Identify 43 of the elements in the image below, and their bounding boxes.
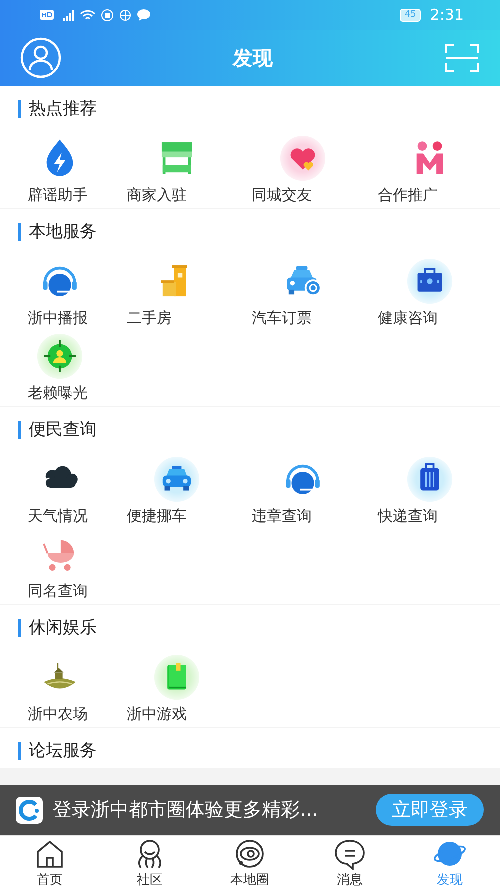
- book-icon[interactable]: [152, 654, 202, 701]
- suitcase-icon[interactable]: [405, 456, 455, 503]
- service-label[interactable]: 健康咨询: [378, 309, 438, 328]
- service-label[interactable]: 便捷挪车: [127, 507, 187, 526]
- service-label[interactable]: 合作推广: [378, 186, 438, 205]
- section-title: 便民查询: [29, 419, 97, 441]
- service-label[interactable]: 浙中农场: [28, 705, 88, 724]
- service-label[interactable]: 同名查询: [28, 582, 88, 601]
- tab[interactable]: 消息: [300, 836, 400, 890]
- chat-icon: [137, 9, 151, 21]
- briefcase-icon[interactable]: [405, 258, 455, 305]
- service-label[interactable]: 商家入驻: [127, 186, 187, 205]
- tab[interactable]: 本地圈: [200, 836, 300, 890]
- tab[interactable]: 首页: [0, 836, 100, 890]
- car-icon[interactable]: [152, 456, 202, 503]
- service-label[interactable]: 老赖曝光: [28, 384, 88, 403]
- login-prompt: 登录浙中都市圈体验更多精彩...: [53, 798, 320, 823]
- profile-icon[interactable]: [20, 37, 62, 79]
- service-label[interactable]: 天气情况: [28, 507, 88, 526]
- speech-bubble-icon: [333, 838, 367, 870]
- globe-icon: [119, 8, 132, 22]
- battery-icon: 45: [400, 8, 422, 22]
- tab[interactable]: 社区: [100, 836, 200, 890]
- service-label[interactable]: 汽车订票: [252, 309, 312, 328]
- page-title: 发现: [233, 44, 273, 72]
- section-title: 本地服务: [29, 221, 97, 243]
- orbit-icon: [233, 838, 267, 870]
- section-title: 休闲娱乐: [29, 617, 97, 639]
- status-time: 2:31: [430, 6, 464, 24]
- service-label[interactable]: 浙中播报: [28, 309, 88, 328]
- wifi-icon: [80, 9, 96, 21]
- app-logo-icon: [16, 796, 43, 824]
- hd-icon: [40, 10, 54, 20]
- section-title: 热点推荐: [29, 98, 97, 120]
- section-title: 论坛服务: [29, 740, 97, 762]
- service-label[interactable]: 二手房: [127, 309, 172, 328]
- shield-icon: [101, 8, 114, 22]
- service-label[interactable]: 违章查询: [252, 507, 312, 526]
- service-label[interactable]: 同城交友: [252, 186, 312, 205]
- target-icon[interactable]: [35, 333, 85, 380]
- service-label[interactable]: 辟谣助手: [28, 186, 88, 205]
- service-label[interactable]: 快递查询: [378, 507, 438, 526]
- service-label[interactable]: 浙中游戏: [127, 705, 187, 724]
